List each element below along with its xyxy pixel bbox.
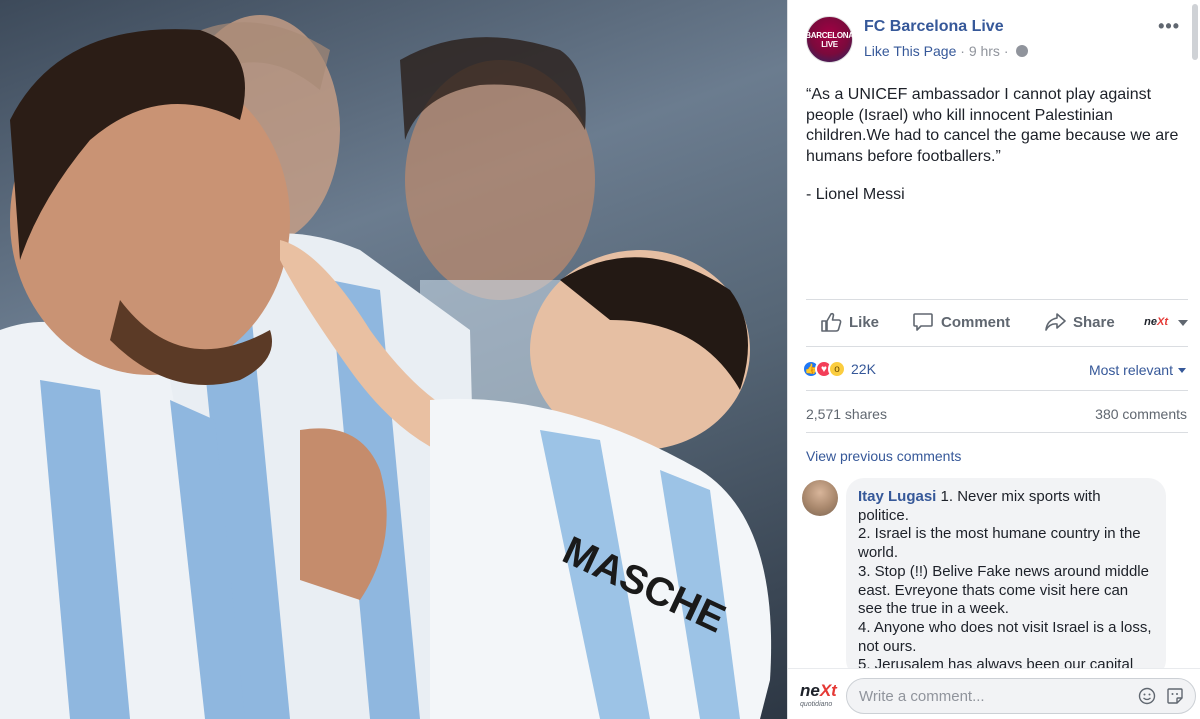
commenter-name[interactable]: Itay Lugasi [858,488,936,505]
caret-down-icon [1178,368,1186,373]
comment-line: 3. Stop (!!) Belive Fake news around mid… [858,562,1149,618]
reaction-count[interactable]: 22K [851,361,876,377]
page-name[interactable]: FC Barcelona Live [864,18,1004,36]
reactions-summary[interactable]: 👍 ♥ o 22K [802,360,876,378]
share-icon [1045,313,1066,331]
photo-illustration: MASCHE [0,15,772,719]
post-text: “As a UNICEF ambassador I cannot play ag… [806,86,1179,165]
divider [806,390,1188,391]
comment-line: 4. Anyone who does not visit Israel is a… [858,618,1152,655]
emoji-icon[interactable] [1138,687,1156,705]
comments-count[interactable]: 380 comments [1095,406,1187,422]
avatar-text-line2: LIVE [821,39,838,49]
composer-avatar-logo[interactable]: neXt [800,681,837,700]
like-page-link[interactable]: Like This Page [864,43,956,59]
meta-separator: · [956,43,969,59]
sticker-icon[interactable] [1166,687,1184,705]
meta-separator-2: · [999,43,1013,59]
more-options-icon[interactable]: ••• [1158,16,1180,37]
post-actions: Like Comment Share neXt [806,302,1188,344]
next-logo-small[interactable]: neXt [1144,316,1168,328]
post-sidebar: BARCELONA LIVE FC Barcelona Live Like Th… [787,0,1200,719]
next-logo-a: ne [1144,316,1157,328]
wow-reaction-icon: o [828,360,846,378]
shares-count[interactable]: 2,571 shares [806,406,887,422]
post-time[interactable]: 9 hrs [969,43,1000,59]
comment-icon [913,313,933,331]
divider [806,299,1188,300]
comment-bubble: Itay Lugasi 1. Never mix sports with pol… [846,478,1166,678]
comment-composer: neXt quotidiano [788,668,1200,719]
commenter-avatar[interactable] [802,480,838,516]
globe-icon [1016,45,1029,57]
like-button[interactable]: Like [820,312,879,332]
divider [806,346,1188,347]
comment-line: 2. Israel is the most humane country in … [858,525,1141,562]
post-photo[interactable]: MASCHE [0,0,787,719]
chevron-down-icon[interactable] [1178,320,1188,326]
like-label: Like [849,313,880,331]
next-logo-b: Xt [1157,316,1168,328]
divider [806,432,1188,433]
composer-logo-b: Xt [819,681,837,700]
page-avatar[interactable]: BARCELONA LIVE [805,16,854,63]
comment-button[interactable]: Comment [912,312,1010,332]
composer-logo-a: ne [800,681,820,700]
post-meta: Like This Page · 9 hrs · [864,43,1029,59]
avatar-text-line1: BARCELONA [805,30,854,40]
post-author: - Lionel Messi [806,186,905,203]
post-header: BARCELONA LIVE FC Barcelona Live Like Th… [805,16,1186,64]
comment-label: Comment [941,313,1011,331]
comment-sort-dropdown[interactable]: Most relevant [1089,362,1186,378]
composer-logo-sub: quotidiano [800,701,833,708]
share-label: Share [1073,313,1115,331]
thumbs-up-icon [821,312,842,332]
view-previous-comments-link[interactable]: View previous comments [806,448,961,464]
scrollbar[interactable] [1192,4,1198,60]
most-relevant-label: Most relevant [1088,362,1173,378]
share-button[interactable]: Share [1044,312,1115,332]
